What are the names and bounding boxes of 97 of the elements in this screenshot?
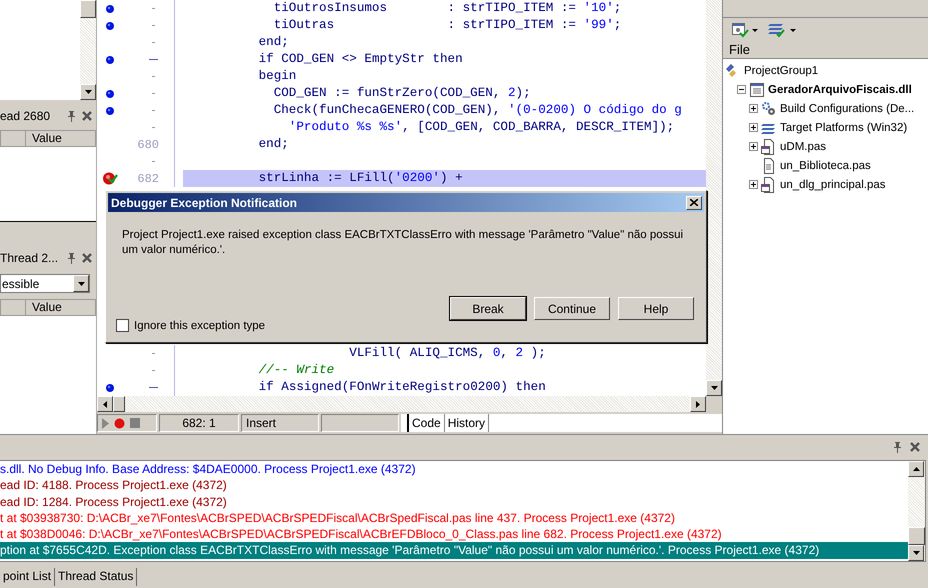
close-icon bbox=[690, 199, 698, 206]
expand-icon[interactable] bbox=[749, 142, 758, 151]
close-icon[interactable] bbox=[82, 111, 92, 121]
close-icon[interactable] bbox=[82, 253, 92, 263]
breakpoint-dot-icon[interactable] bbox=[106, 4, 114, 12]
expand-icon[interactable] bbox=[749, 180, 758, 189]
collapse-icon[interactable] bbox=[737, 85, 746, 94]
event-log-line[interactable]: ead ID: 4188. Process Project1.exe (4372) bbox=[0, 477, 908, 494]
panel-title: ead 2680 bbox=[0, 109, 52, 123]
panel-tab[interactable]: Thread Status bbox=[55, 568, 138, 586]
breakpoint-dot-icon[interactable] bbox=[106, 56, 114, 64]
code-line: VLFill( ALIQ_ICMS, 0, 2 ); bbox=[348, 345, 547, 362]
column-header[interactable]: Value bbox=[26, 131, 62, 146]
breakpoint-check-icon[interactable] bbox=[102, 172, 118, 185]
close-icon[interactable] bbox=[910, 442, 920, 452]
checkbox[interactable] bbox=[116, 319, 129, 332]
down-arrow-icon bbox=[710, 386, 718, 390]
event-log-line[interactable]: ead ID: 1284. Process Project1.exe (4372) bbox=[0, 494, 908, 510]
event-log-line[interactable]: s.dll. No Debug Info. Base Address: $4DAE0000. Process Project1.exe (4372) bbox=[0, 461, 908, 478]
tree-item[interactable]: ProjectGroup1 bbox=[744, 64, 818, 76]
event-log-line[interactable]: t at $038D0046: D:\ACBr_xe7\Fontes\ACBrSPED\ACBrSPEDFiscal\ACBrEFDBloco_0_Class.pas line 682. Process Project1.exe (4372) bbox=[0, 526, 908, 542]
scroll-thumb[interactable] bbox=[908, 527, 925, 545]
tree-item[interactable]: Target Platforms (Win32) bbox=[780, 122, 908, 134]
scroll-thumb[interactable] bbox=[113, 396, 125, 412]
fold-marker[interactable] bbox=[149, 387, 158, 388]
pin-icon[interactable] bbox=[893, 442, 902, 452]
down-arrow-icon bbox=[84, 90, 92, 94]
right-arrow-icon bbox=[696, 400, 700, 408]
gears-icon bbox=[761, 100, 777, 116]
breakpoint-dot-icon[interactable] bbox=[106, 384, 114, 392]
build-check-icon[interactable] bbox=[731, 22, 749, 38]
scrollbar[interactable] bbox=[97, 396, 706, 412]
scrollbar[interactable] bbox=[706, 0, 722, 396]
scrollbar[interactable] bbox=[80, 0, 96, 100]
dialog-button[interactable]: Continue bbox=[534, 297, 610, 320]
file-icon bbox=[761, 176, 777, 192]
event-log-line[interactable]: t at $03938730: D:\ACBr_xe7\Fontes\ACBrSPED\ACBrSPEDFiscal\ACBrSpedFiscal.pas line 437. Process Project1.exe (4372) bbox=[0, 510, 908, 526]
scroll-down-button[interactable] bbox=[908, 545, 924, 561]
dialog-title: Debugger Exception Notification bbox=[111, 196, 298, 210]
tree-item[interactable]: un_Biblioteca.pas bbox=[780, 160, 871, 172]
scroll-up-button[interactable] bbox=[908, 461, 924, 477]
scroll-down-button[interactable] bbox=[80, 84, 96, 100]
code-line: end; bbox=[258, 136, 290, 153]
down-arrow-icon bbox=[78, 282, 84, 286]
tree-item[interactable]: GeradorArquivoFiscais.dll bbox=[768, 84, 912, 96]
layers-check-icon[interactable] bbox=[767, 22, 787, 38]
tree-item[interactable]: Build Configurations (De... bbox=[780, 102, 914, 114]
tree-item[interactable]: uDM.pas bbox=[780, 140, 826, 152]
code-line: end; bbox=[258, 34, 290, 51]
code-line: tiOutras : strTIPO_ITEM := '99'; bbox=[272, 17, 622, 34]
pin-icon[interactable] bbox=[67, 110, 76, 122]
checkbox-label[interactable]: Ignore this exception type bbox=[134, 320, 266, 332]
scroll-left-button[interactable] bbox=[97, 396, 113, 412]
line-number: 680 bbox=[137, 138, 159, 152]
breakpoint-dot-icon[interactable] bbox=[106, 90, 114, 98]
editor-tab[interactable]: Code bbox=[407, 414, 445, 432]
scroll-thumb[interactable] bbox=[80, 0, 96, 18]
breakpoint-dot-icon[interactable] bbox=[106, 106, 114, 114]
code-line: 'Produto %s %s', [COD_GEN, COD_BARRA, DESCR_ITEM]); bbox=[288, 119, 676, 136]
code-line: if COD_GEN <> EmptyStr then bbox=[258, 51, 464, 68]
panel-title: Thread 2... bbox=[0, 251, 60, 265]
fold-marker[interactable] bbox=[149, 59, 158, 60]
code-line: begin bbox=[258, 68, 298, 85]
code-line: Check(funChecaGENERO(COD_GEN), '(0-0200) O código do g bbox=[272, 102, 683, 119]
close-button[interactable] bbox=[686, 196, 702, 210]
file-icon bbox=[761, 158, 777, 174]
combo-box[interactable]: essible bbox=[0, 274, 90, 293]
insert-mode: Insert bbox=[241, 414, 319, 432]
expand-icon[interactable] bbox=[749, 104, 758, 113]
left-arrow-icon bbox=[103, 400, 107, 408]
code-line: COD_GEN := funStrZero(COD_GEN, 2); bbox=[272, 85, 532, 102]
expand-icon[interactable] bbox=[749, 123, 758, 132]
dropdown-button[interactable] bbox=[73, 275, 89, 292]
dialog-button[interactable]: Help bbox=[618, 297, 694, 320]
dropdown-caret-icon[interactable] bbox=[790, 28, 796, 32]
code-line: tiOutrosInsumos : strTIPO_ITEM := '10'; bbox=[272, 0, 622, 17]
scroll-down-button[interactable] bbox=[706, 380, 722, 396]
record-icon[interactable] bbox=[114, 418, 125, 428]
pin-icon[interactable] bbox=[67, 252, 76, 264]
line-number: 682 bbox=[137, 172, 159, 186]
up-arrow-icon bbox=[912, 467, 920, 471]
editor-tab[interactable]: History bbox=[444, 414, 490, 432]
exception-message: Project Project1.exe raised exception class EACBrTXTClassErro with message 'Parâmetro "Value" não possui um valor numérico.'. bbox=[122, 229, 684, 256]
file-icon bbox=[761, 138, 777, 154]
scrollbar[interactable] bbox=[908, 461, 925, 561]
down-arrow-icon bbox=[912, 551, 920, 555]
dropdown-caret-icon[interactable] bbox=[752, 28, 758, 32]
column-header[interactable]: Value bbox=[26, 300, 62, 315]
code-line: //-- Write bbox=[258, 362, 336, 379]
project-page-icon bbox=[749, 82, 765, 98]
panel-tab[interactable]: point List bbox=[0, 568, 56, 586]
code-line: if Assigned(FOnWriteRegistro0200) then bbox=[258, 379, 547, 396]
scroll-right-button[interactable] bbox=[690, 396, 706, 412]
dialog-button[interactable]: Break bbox=[450, 297, 526, 320]
cursor-position: 682: 1 bbox=[159, 414, 239, 432]
breakpoint-dot-icon[interactable] bbox=[106, 22, 114, 30]
tree-item[interactable]: un_dlg_principal.pas bbox=[780, 178, 886, 190]
